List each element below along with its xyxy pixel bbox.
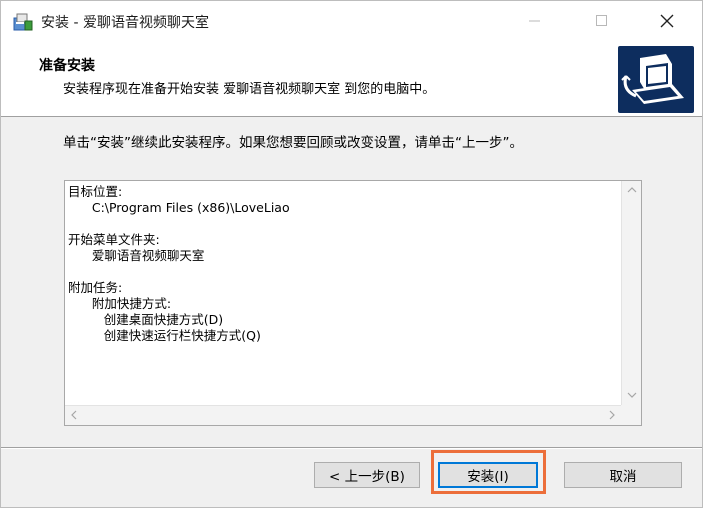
- footer-divider: [1, 447, 702, 449]
- close-button[interactable]: [644, 1, 690, 41]
- memo-line: 附加任务:: [68, 280, 123, 295]
- memo-line: [68, 264, 616, 280]
- maximize-icon: [596, 15, 607, 26]
- installer-window: 安装 - 爱聊语音视频聊天室 准备安装 安装程序现在准备开始安装 爱聊语音视频聊…: [0, 0, 703, 508]
- page-title: 准备安装: [39, 58, 95, 74]
- maximize-button[interactable]: [579, 1, 625, 41]
- scroll-up-icon[interactable]: [627, 186, 637, 196]
- memo-line: C:\Program Files (x86)\LoveLiao: [68, 200, 290, 215]
- installer-icon: [13, 12, 33, 32]
- memo-line: 创建快速运行栏快捷方式(Q): [68, 328, 261, 343]
- memo-line: 开始菜单文件夹:: [68, 232, 160, 247]
- minimize-button[interactable]: [512, 1, 558, 41]
- horizontal-scrollbar[interactable]: [65, 405, 621, 425]
- back-button[interactable]: < 上一步(B): [314, 462, 420, 488]
- memo-line: 创建桌面快捷方式(D): [68, 312, 224, 327]
- install-button[interactable]: 安装(I): [438, 462, 538, 488]
- wizard-header: 准备安装 安装程序现在准备开始安装 爱聊语音视频聊天室 到您的电脑中。: [1, 41, 702, 117]
- page-subtitle: 安装程序现在准备开始安装 爱聊语音视频聊天室 到您的电脑中。: [63, 82, 436, 97]
- scroll-right-icon[interactable]: [609, 410, 615, 423]
- memo-line: 爱聊语音视频聊天室: [68, 248, 205, 263]
- ready-memo[interactable]: 目标位置: C:\Program Files (x86)\LoveLiao 开始菜…: [64, 180, 642, 426]
- title-bar: 安装 - 爱聊语音视频聊天室: [1, 1, 702, 41]
- memo-line: 目标位置:: [68, 184, 123, 199]
- memo-line: 附加快捷方式:: [68, 296, 172, 311]
- memo-line: [68, 216, 616, 232]
- scroll-corner: [621, 405, 641, 425]
- memo-content: 目标位置: C:\Program Files (x86)\LoveLiao 开始菜…: [68, 184, 616, 398]
- instruction-text: 单击“安装”继续此安装程序。如果您想要回顾或改变设置，请单击“上一步”。: [63, 135, 523, 151]
- close-icon: [660, 14, 674, 28]
- computer-install-icon: [618, 46, 694, 113]
- window-title: 安装 - 爱聊语音视频聊天室: [41, 15, 209, 31]
- scroll-left-icon[interactable]: [71, 410, 77, 423]
- cancel-button[interactable]: 取消: [564, 462, 682, 488]
- scroll-down-icon[interactable]: [627, 391, 637, 401]
- vertical-scrollbar[interactable]: [621, 181, 641, 405]
- minimize-icon: [529, 20, 540, 22]
